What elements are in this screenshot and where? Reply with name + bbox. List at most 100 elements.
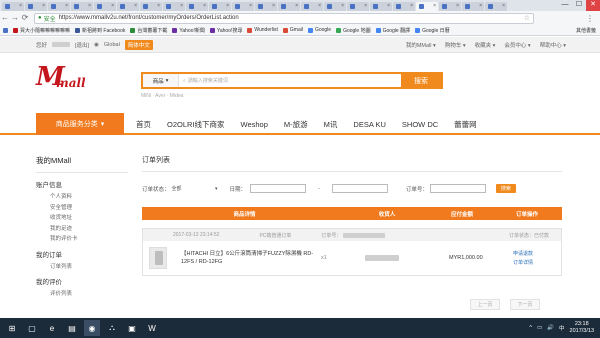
browser-tab[interactable]: × — [485, 2, 507, 11]
close-tab-icon[interactable]: × — [65, 3, 68, 9]
bookmark-item[interactable]: Google 翻譯 — [375, 27, 410, 34]
cart-link[interactable]: 购物车 ▾ — [445, 41, 466, 49]
app-icon[interactable]: ▣ — [124, 320, 140, 336]
url-field[interactable]: ● 安全 https://www.mmallv2u.net/front/cust… — [34, 12, 534, 24]
browser-tab[interactable]: × — [232, 2, 254, 11]
sidebar-item-order-list[interactable]: 订单列表 — [50, 262, 128, 273]
nav-travel[interactable]: M-旅游 — [284, 119, 308, 130]
bookmark-star-icon[interactable]: ☆ — [524, 14, 530, 22]
word-icon[interactable]: W — [144, 320, 160, 336]
date-to-input[interactable] — [331, 184, 388, 193]
close-tab-icon[interactable]: × — [364, 3, 367, 9]
category-menu-button[interactable]: 商品服务分类 ▾ — [36, 113, 124, 135]
other-bookmarks-folder[interactable]: 其他書籤 — [576, 27, 596, 34]
prev-page-button[interactable]: 上一页 — [470, 299, 500, 310]
sidebar-item-profile[interactable]: 个人资料 — [50, 192, 128, 203]
browser-tab[interactable]: × — [370, 2, 392, 11]
browser-tab-active[interactable]: × — [416, 2, 438, 11]
close-tab-icon[interactable]: × — [180, 3, 183, 9]
volume-icon[interactable]: 🔊 — [547, 325, 554, 331]
sidebar-item-address[interactable]: 收货地址 — [50, 213, 128, 224]
nav-leilei[interactable]: 蕾蕾网 — [454, 119, 477, 130]
close-tab-icon[interactable]: × — [456, 3, 459, 9]
browser-tab[interactable]: × — [439, 2, 461, 11]
close-tab-icon[interactable]: × — [134, 3, 137, 9]
product-thumbnail[interactable] — [149, 247, 167, 269]
browser-tab[interactable]: × — [278, 2, 300, 11]
file-explorer-icon[interactable]: ▤ — [64, 320, 80, 336]
browser-tab[interactable]: × — [393, 2, 415, 11]
close-tab-icon[interactable]: × — [88, 3, 91, 9]
close-tab-icon[interactable]: × — [433, 3, 436, 9]
browser-tab[interactable]: × — [117, 2, 139, 11]
language-button[interactable]: 简体中文 — [124, 39, 153, 50]
browser-tab[interactable]: × — [347, 2, 369, 11]
status-filter-select[interactable]: 全部 ▾ — [170, 185, 220, 193]
close-tab-icon[interactable]: × — [111, 3, 114, 9]
browser-tab[interactable]: × — [163, 2, 185, 11]
bookmark-item[interactable]: Google — [307, 27, 331, 33]
bookmark-item[interactable]: Yahoo!搜尋 — [209, 27, 242, 34]
search-input[interactable]: ⌕ 請輸入搜索关键词 — [179, 74, 401, 87]
browser-tab[interactable]: × — [209, 2, 231, 11]
nav-news[interactable]: M讯 — [324, 119, 338, 130]
global-link[interactable]: Global — [104, 42, 120, 48]
search-category-select[interactable]: 商品 ▾ — [143, 74, 179, 87]
search-button[interactable]: 搜索 — [401, 74, 441, 87]
bookmark-item[interactable] — [3, 27, 8, 33]
nav-home[interactable]: 首页 — [136, 119, 151, 130]
close-tab-icon[interactable]: × — [272, 3, 275, 9]
chrome-icon[interactable]: ◉ — [84, 320, 100, 336]
browser-tab[interactable]: × — [48, 2, 70, 11]
bookmark-item[interactable]: Gmail — [282, 27, 303, 33]
nav-weshop[interactable]: Weshop — [241, 120, 268, 129]
close-tab-icon[interactable]: × — [249, 3, 252, 9]
maximize-icon[interactable]: ☐ — [572, 0, 586, 11]
product-name[interactable]: 【HITACHI 日立】6公斤滾筒清掃子FUZZY除濕機 RD-12FS / R… — [181, 250, 321, 266]
edge-icon[interactable]: e — [44, 320, 60, 336]
bookmark-item[interactable]: 新祖將到 Facebook — [75, 27, 125, 34]
line-icon[interactable]: ⛬ — [104, 320, 120, 336]
browser-menu-icon[interactable]: ⋮ — [586, 14, 594, 23]
close-tab-icon[interactable]: × — [42, 3, 45, 9]
member-center-link[interactable]: 会员中心 ▾ — [504, 41, 530, 49]
date-from-input[interactable] — [250, 184, 307, 193]
browser-tab[interactable]: × — [71, 2, 93, 11]
back-icon[interactable]: ← — [0, 12, 10, 24]
browser-tab[interactable]: × — [94, 2, 116, 11]
browser-tab[interactable]: × — [324, 2, 346, 11]
bookmark-item[interactable]: Google 日曆 — [415, 27, 450, 34]
my-mmall-link[interactable]: 我的MMall ▾ — [406, 41, 436, 49]
nav-desaku[interactable]: DESA KU — [353, 120, 386, 129]
hot-search-words[interactable]: MiNi · Aver · Midea — [141, 93, 183, 99]
bookmark-item[interactable]: 台灣蕃薯下載 — [130, 27, 167, 34]
sidebar-item-history[interactable]: 我的足迹 — [50, 224, 128, 235]
help-center-link[interactable]: 帮助中心 ▾ — [540, 41, 566, 49]
sidebar-item-security[interactable]: 安全管理 — [50, 203, 128, 214]
ime-icon[interactable]: 中 — [559, 324, 565, 332]
close-tab-icon[interactable]: × — [19, 3, 22, 9]
close-tab-icon[interactable]: × — [295, 3, 298, 9]
browser-tab[interactable]: × — [2, 2, 24, 11]
reload-icon[interactable]: ⟳ — [20, 12, 30, 24]
close-tab-icon[interactable]: × — [318, 3, 321, 9]
close-window-icon[interactable]: ✕ — [586, 0, 600, 11]
nav-o2o[interactable]: O2OLRI线下商家 — [167, 119, 225, 130]
close-tab-icon[interactable]: × — [502, 3, 505, 9]
logout-link[interactable]: [退出] — [75, 41, 89, 49]
clock[interactable]: 23:18 2017/3/13 — [570, 321, 594, 335]
filter-search-button[interactable]: 搜索 — [495, 184, 516, 193]
browser-tab[interactable]: × — [25, 2, 47, 11]
next-page-button[interactable]: 下一页 — [510, 299, 540, 310]
url-text[interactable]: https://www.mmallv2u.net/front/customer/… — [59, 15, 239, 21]
browser-tab[interactable]: × — [140, 2, 162, 11]
nav-showdc[interactable]: SHOW DC — [402, 120, 438, 129]
task-view-icon[interactable]: ▢ — [24, 320, 40, 336]
sidebar-item-review-card[interactable]: 我的评价卡 — [50, 234, 128, 245]
bookmark-item[interactable]: Wunderlist — [247, 27, 278, 33]
forward-icon[interactable]: → — [10, 12, 20, 24]
mmall-logo[interactable]: M mall — [36, 62, 106, 98]
bookmark-item[interactable]: 買大小隨嘛嘛嘛嘛嘛嘛 — [13, 27, 70, 34]
browser-tab[interactable]: × — [301, 2, 323, 11]
refund-link[interactable]: 申请退款 — [513, 250, 533, 257]
